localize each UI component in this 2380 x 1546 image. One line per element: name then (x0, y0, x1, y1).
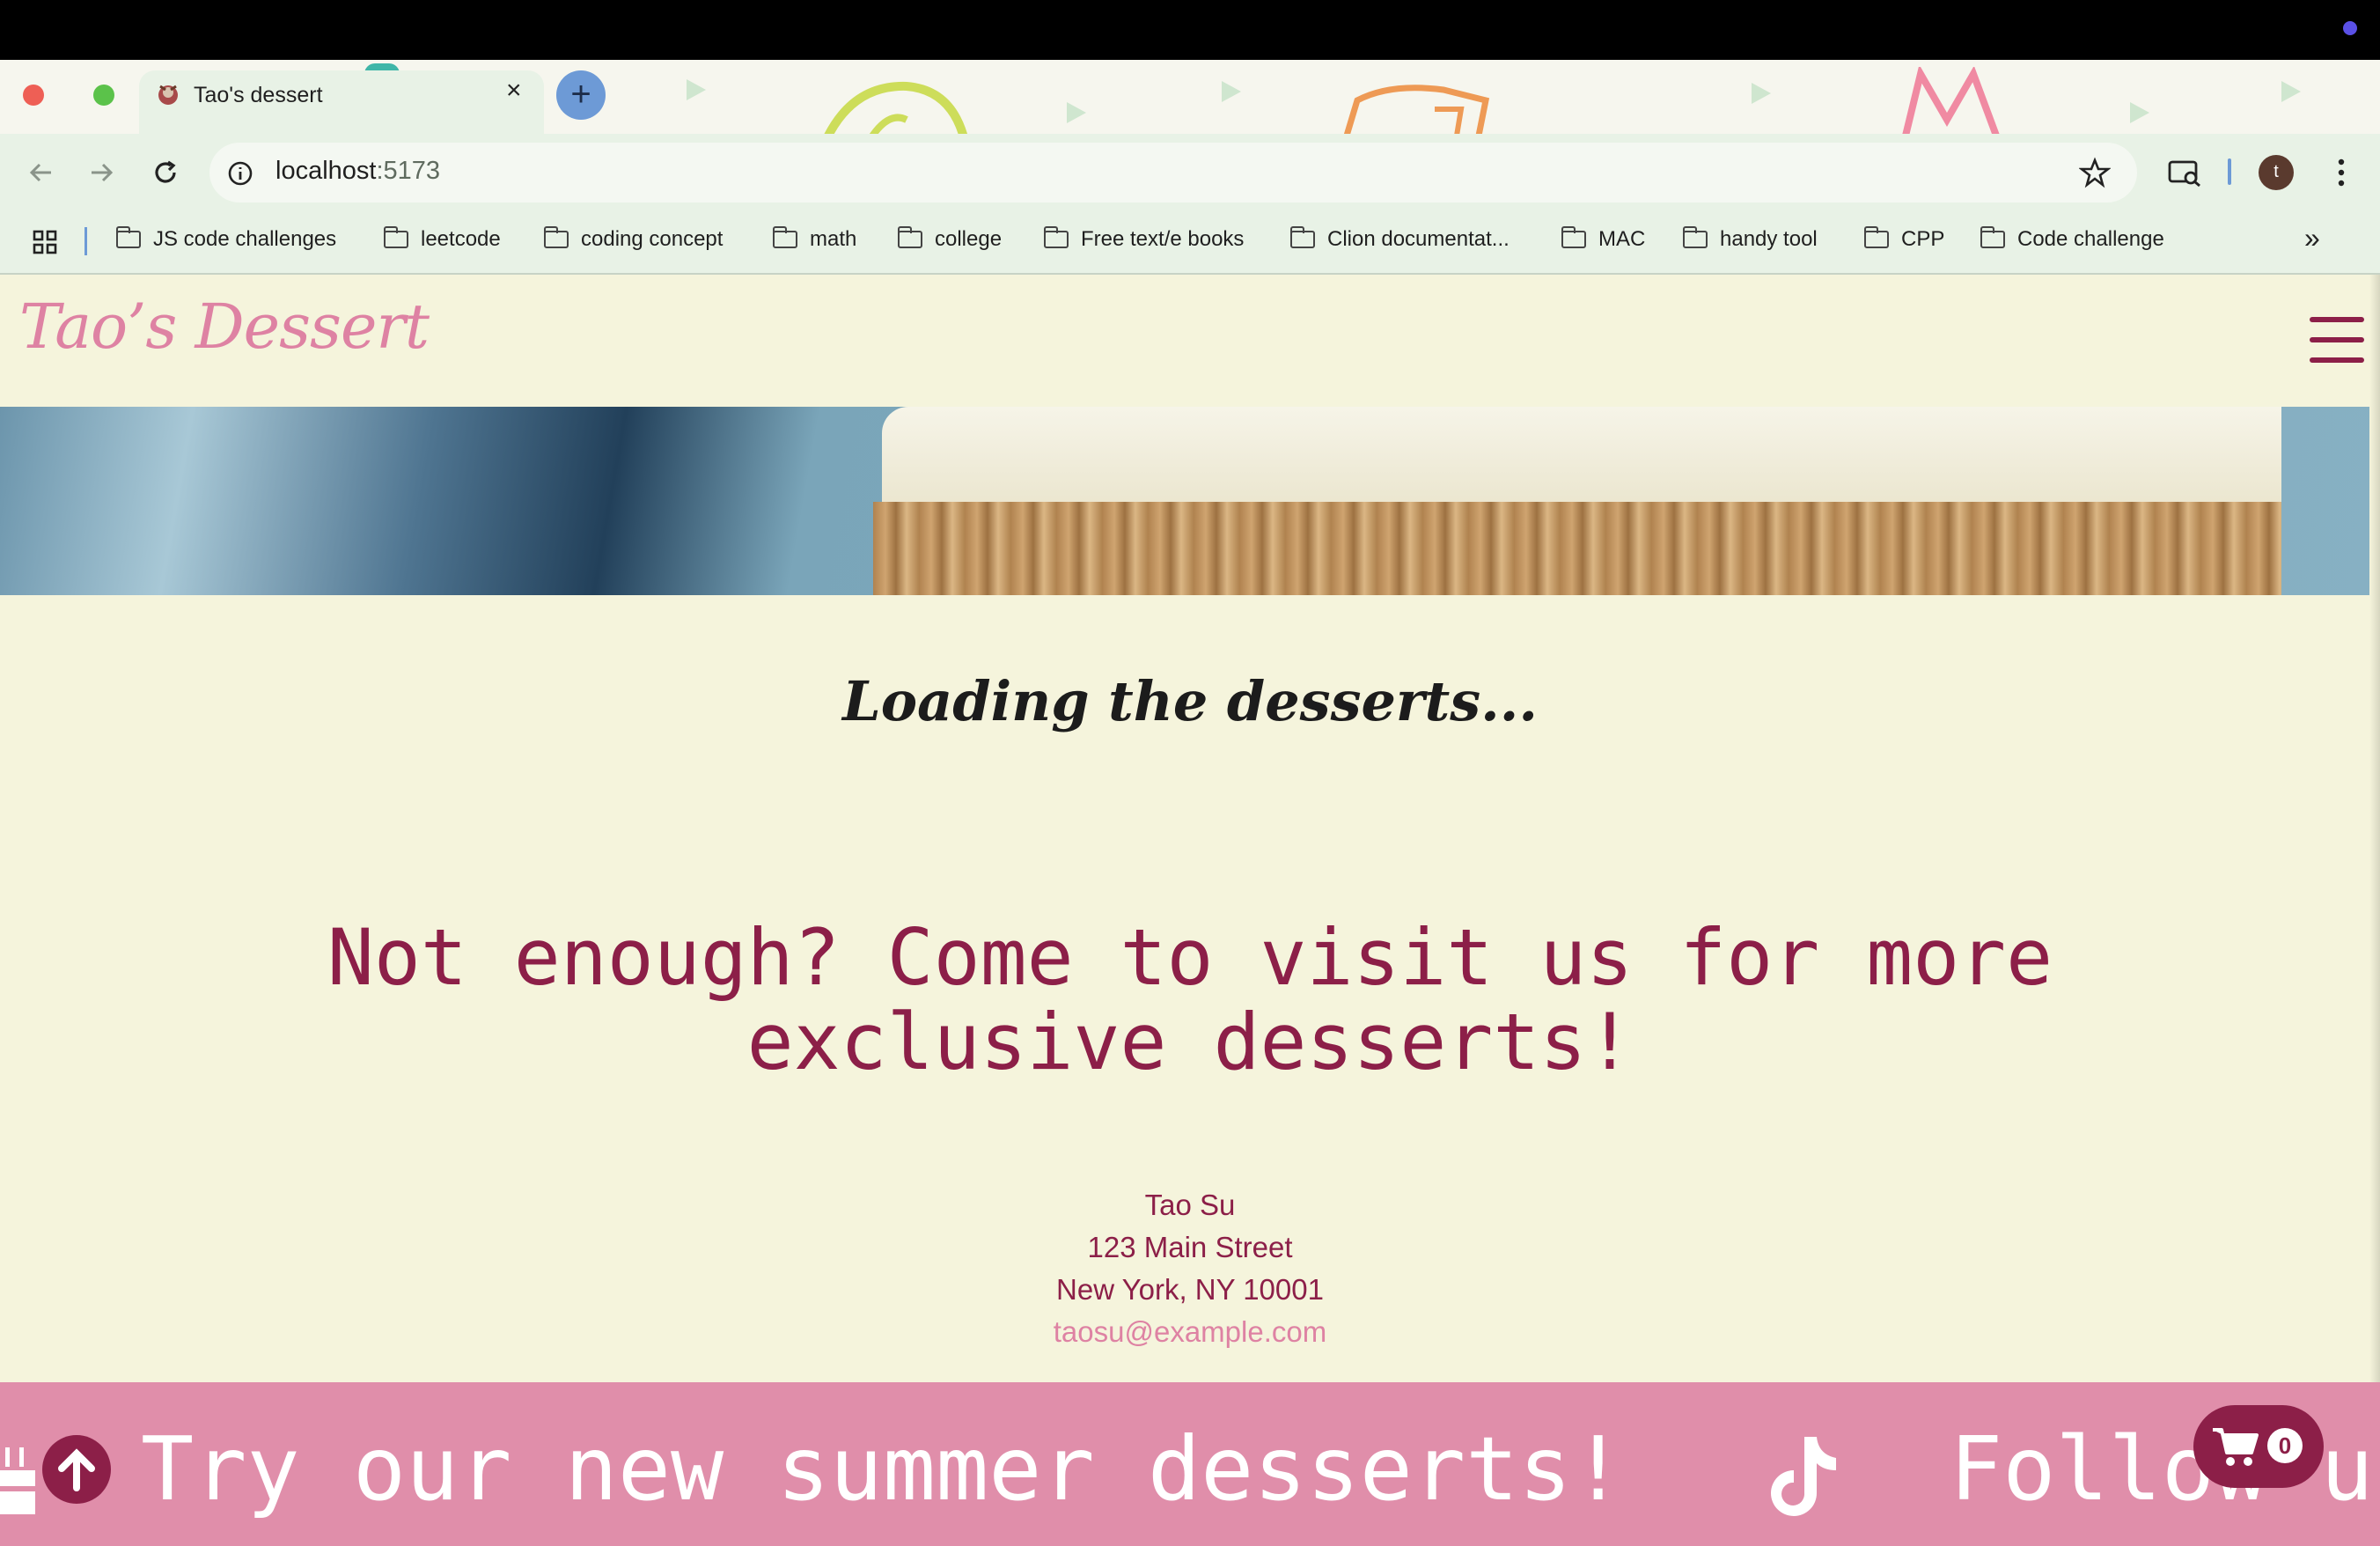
bookmark-label: college (935, 227, 1003, 251)
tab-favicon-icon (158, 85, 178, 105)
bookmark-folder-coding-concept[interactable]: coding concept (543, 226, 724, 252)
bookmark-label: MAC (1598, 227, 1646, 251)
forward-arrow-icon[interactable] (86, 157, 118, 188)
bookmark-label: Free text/e books (1081, 227, 1245, 251)
cart-button[interactable] (2193, 1405, 2324, 1488)
bookmark-folder-js-code-challenges[interactable]: JS code challenges (115, 226, 337, 252)
bookmark-label: handy tool (1720, 227, 1818, 251)
bookmark-label: Clion documentat... (1327, 227, 1510, 251)
bookmark-label: coding concept (581, 227, 724, 251)
more-bookmarks-chevron-icon[interactable]: » (2304, 222, 2320, 254)
hero-cake-crust (873, 502, 2281, 595)
bookmark-folder-leetcode[interactable]: leetcode (383, 226, 501, 252)
promo-line-2: exclusive desserts! (746, 997, 1634, 1087)
visit-us-heading: Not enough? Come to visit us for more ex… (264, 916, 2116, 1085)
decor-triangle-icon (687, 79, 706, 100)
folder-icon (1561, 226, 1586, 248)
folder-icon (1682, 226, 1708, 248)
contact-email-link[interactable]: taosu@example.com (0, 1315, 2380, 1349)
contact-city: New York, NY 10001 (1056, 1273, 1324, 1306)
loading-message: Loading the desserts... (842, 669, 1538, 733)
url-host: localhost (275, 157, 377, 185)
bookmark-folder-clion-docs[interactable]: Clion documentat... (1289, 226, 1510, 252)
contact-street: 123 Main Street (1087, 1231, 1293, 1263)
decor-triangle-icon (1067, 102, 1086, 123)
tab-close-icon[interactable]: × (506, 76, 522, 106)
hamburger-menu-icon[interactable] (2310, 317, 2364, 363)
page-edge-shadow (2369, 275, 2380, 1382)
folder-icon (543, 226, 569, 248)
url-port: :5173 (376, 157, 441, 185)
folder-icon (1863, 226, 1889, 248)
bookmark-label: Code challenge (2017, 227, 2164, 251)
decor-triangle-icon (1222, 81, 1241, 102)
decor-triangle-icon (2281, 81, 2301, 102)
site-info-icon[interactable] (227, 160, 253, 187)
shopping-cart-icon (2213, 1428, 2259, 1466)
promo-line-1: Not enough? Come to visit us for more (327, 912, 2053, 1003)
folder-icon (1043, 226, 1069, 248)
cake-icon (0, 1447, 35, 1514)
bookmark-label: math (810, 227, 857, 251)
bookmark-folder-mac[interactable]: MAC (1561, 226, 1646, 252)
bookmark-folder-math[interactable]: math (772, 226, 857, 252)
site-logo[interactable]: Tao’s Dessert (19, 291, 430, 363)
hero-cake-cream (882, 407, 2281, 505)
arrow-up-icon (58, 1448, 95, 1491)
url-text: localhost:5173 (275, 157, 440, 186)
browser-menu-icon[interactable] (2329, 155, 2354, 190)
back-arrow-icon[interactable] (25, 157, 56, 188)
decor-doodle-icon (824, 81, 967, 134)
bookmark-folder-college[interactable]: college (897, 226, 1003, 252)
folder-icon (115, 226, 141, 248)
window-close-button[interactable] (23, 85, 44, 106)
recording-indicator-icon (2343, 21, 2357, 35)
decor-doodle-icon (1343, 85, 1490, 134)
scroll-to-top-button[interactable] (42, 1435, 111, 1504)
bookmark-label: JS code challenges (153, 227, 337, 251)
bookmarks-divider (84, 227, 87, 255)
folder-icon (1289, 226, 1315, 248)
toolbar-divider (2228, 158, 2231, 185)
profile-avatar[interactable]: t (2259, 155, 2294, 190)
tab-title: Tao's dessert (194, 83, 323, 107)
window-zoom-button[interactable] (93, 85, 114, 106)
bookmark-folder-code-challenge[interactable]: Code challenge (1980, 226, 2164, 252)
new-tab-button[interactable]: + (556, 70, 606, 120)
ticker-text: Try our new summer desserts! (141, 1417, 1625, 1520)
tiktok-icon[interactable] (1766, 1433, 1845, 1521)
bookmark-folder-cpp[interactable]: CPP (1863, 226, 1945, 252)
folder-icon (897, 226, 922, 248)
folder-icon (383, 226, 408, 248)
contact-name: Tao Su (1144, 1189, 1236, 1221)
decor-doodle-icon (1902, 67, 2000, 134)
cart-count-badge: 0 (2267, 1428, 2303, 1463)
folder-icon (1980, 226, 2005, 248)
bookmark-label: CPP (1901, 227, 1945, 251)
reload-icon[interactable] (150, 157, 181, 188)
decor-triangle-icon (1752, 83, 1771, 104)
bookmark-folder-free-books[interactable]: Free text/e books (1043, 226, 1245, 252)
bookmark-folder-handy-tool[interactable]: handy tool (1682, 226, 1818, 252)
apps-grid-icon[interactable] (32, 229, 58, 255)
system-top-bar (0, 0, 2380, 60)
bookmark-label: leetcode (421, 227, 501, 251)
bookmark-star-icon[interactable] (2079, 157, 2111, 188)
folder-icon (772, 226, 797, 248)
tab-search-icon[interactable] (2167, 157, 2202, 188)
decor-triangle-icon (2130, 102, 2149, 123)
address-bar[interactable] (209, 143, 2137, 202)
